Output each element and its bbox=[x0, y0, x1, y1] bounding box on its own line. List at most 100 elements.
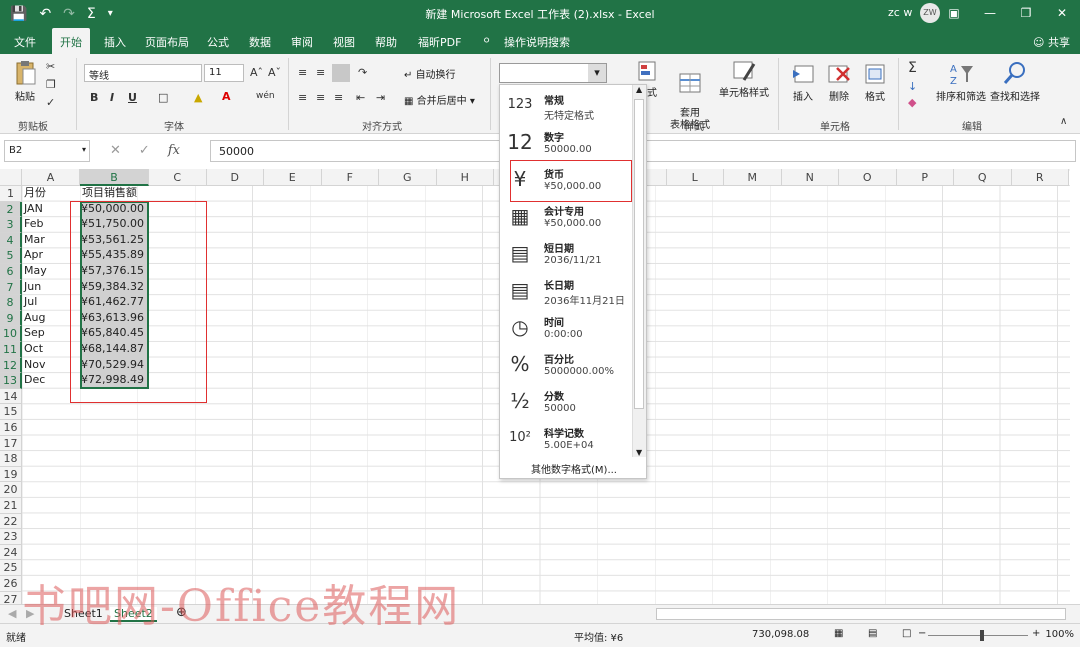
close-icon[interactable]: ✕ bbox=[1044, 0, 1080, 28]
cell-month[interactable]: Apr bbox=[24, 247, 43, 263]
column-header[interactable]: M bbox=[724, 169, 782, 186]
column-header[interactable]: L bbox=[666, 169, 724, 186]
number-format-option[interactable]: ▦ 会计专用 ¥50,000.00 bbox=[500, 198, 633, 235]
align-bottom-icon[interactable] bbox=[332, 64, 350, 82]
column-header[interactable]: O bbox=[839, 169, 897, 186]
row-header[interactable]: 16 bbox=[0, 420, 22, 436]
collapse-ribbon-icon[interactable]: ∧ bbox=[1060, 116, 1067, 127]
row-header[interactable]: 4 bbox=[0, 232, 22, 249]
column-header[interactable]: G bbox=[379, 169, 437, 186]
zoom-out-icon[interactable]: − bbox=[918, 628, 926, 639]
number-format-option[interactable]: 12 数字 50000.00 bbox=[500, 124, 633, 161]
cell-month[interactable]: Jul bbox=[24, 294, 37, 310]
zoom-slider[interactable] bbox=[928, 635, 1028, 636]
tab-file[interactable]: 文件 bbox=[14, 34, 36, 50]
ribbon-display-icon[interactable]: ▣ bbox=[936, 0, 972, 28]
cell-month[interactable]: Feb bbox=[24, 216, 43, 232]
increase-font-icon[interactable]: Aˆ bbox=[250, 66, 263, 79]
cut-icon[interactable]: ✂ bbox=[46, 60, 55, 73]
cell-month[interactable]: Nov bbox=[24, 357, 45, 373]
paste-button[interactable]: 粘贴 bbox=[12, 60, 38, 103]
cell-month[interactable]: Mar bbox=[24, 232, 45, 248]
format-cells-button[interactable]: 格式 bbox=[860, 60, 890, 103]
number-format-option[interactable]: % 百分比 5000000.00% bbox=[500, 346, 633, 383]
increase-indent-icon[interactable]: ⇥ bbox=[376, 91, 385, 104]
column-header[interactable]: N bbox=[781, 169, 839, 186]
cell-styles-button[interactable]: 单元格样式 bbox=[716, 60, 772, 99]
find-select-button[interactable]: 查找和选择 bbox=[990, 60, 1040, 103]
tab-insert[interactable]: 插入 bbox=[104, 34, 126, 50]
cell-month[interactable]: Sep bbox=[24, 325, 45, 341]
delete-cells-button[interactable]: 删除 bbox=[824, 60, 854, 103]
cell-A1[interactable]: 月份 bbox=[24, 185, 46, 201]
row-header[interactable]: 11 bbox=[0, 342, 22, 358]
share-button[interactable]: ☺ 共享 bbox=[1033, 34, 1070, 50]
row-header[interactable]: 12 bbox=[0, 357, 22, 374]
row-header[interactable]: 10 bbox=[0, 326, 22, 342]
align-left-icon[interactable]: ≡ bbox=[298, 91, 307, 104]
row-header[interactable]: 19 bbox=[0, 466, 22, 483]
dropdown-scrollbar[interactable]: ▲ ▼ bbox=[632, 85, 646, 457]
scroll-thumb[interactable] bbox=[634, 99, 644, 409]
italic-button[interactable]: I bbox=[110, 91, 114, 104]
row-header[interactable]: 3 bbox=[0, 217, 22, 233]
tab-foxit-pdf[interactable]: 福昕PDF bbox=[418, 34, 461, 50]
clear-icon[interactable]: ◆ bbox=[908, 96, 916, 109]
row-header[interactable]: 20 bbox=[0, 482, 22, 498]
row-header[interactable]: 23 bbox=[0, 529, 22, 545]
status-sum[interactable]: 730,098.08 bbox=[752, 629, 809, 640]
scroll-up-icon[interactable]: ▲ bbox=[636, 85, 642, 94]
cell-B1[interactable]: 项目销售额 bbox=[82, 185, 137, 201]
cell-month[interactable]: Oct bbox=[24, 341, 43, 357]
align-top-icon[interactable]: ≡ bbox=[298, 66, 307, 79]
number-format-option[interactable]: ◷ 时间 0:00:00 bbox=[500, 309, 633, 346]
column-header[interactable]: B bbox=[80, 169, 149, 186]
chevron-down-icon[interactable]: ▾ bbox=[82, 145, 86, 154]
horizontal-scrollbar[interactable] bbox=[656, 608, 1066, 620]
cell-month[interactable]: Jun bbox=[24, 279, 41, 295]
column-header[interactable]: H bbox=[436, 169, 494, 186]
row-header[interactable]: 27 bbox=[0, 591, 22, 604]
font-name-field[interactable]: 等线 bbox=[84, 64, 202, 82]
scroll-left-icon[interactable]: ◀ bbox=[8, 607, 16, 620]
row-header[interactable]: 25 bbox=[0, 560, 22, 576]
number-format-option[interactable]: ▤ 长日期 2036年11月21日 bbox=[500, 272, 633, 309]
name-box[interactable]: B2 ▾ bbox=[4, 140, 90, 162]
tab-home[interactable]: 开始 bbox=[52, 28, 90, 54]
restore-icon[interactable]: ❐ bbox=[1008, 0, 1044, 28]
insert-function-icon[interactable]: fx bbox=[168, 143, 180, 158]
autosum-icon[interactable]: Σ bbox=[908, 60, 917, 76]
chevron-down-icon[interactable]: ▾ bbox=[588, 64, 606, 82]
column-header[interactable]: F bbox=[321, 169, 379, 186]
tab-review[interactable]: 审阅 bbox=[291, 34, 313, 50]
tab-data[interactable]: 数据 bbox=[249, 34, 271, 50]
underline-button[interactable]: U bbox=[128, 91, 137, 104]
cell-month[interactable]: May bbox=[24, 263, 47, 279]
decrease-font-icon[interactable]: Aˇ bbox=[268, 66, 281, 79]
align-right-icon[interactable]: ≡ bbox=[334, 91, 343, 104]
row-header[interactable]: 22 bbox=[0, 513, 22, 530]
tab-formulas[interactable]: 公式 bbox=[207, 34, 229, 50]
decrease-indent-icon[interactable]: ⇤ bbox=[356, 91, 365, 104]
row-header[interactable]: 15 bbox=[0, 404, 22, 420]
column-header[interactable]: P bbox=[896, 169, 954, 186]
row-header[interactable]: 21 bbox=[0, 498, 22, 514]
row-header[interactable]: 24 bbox=[0, 544, 22, 561]
column-header[interactable]: R bbox=[1011, 169, 1069, 186]
align-center-icon[interactable]: ≡ bbox=[316, 91, 325, 104]
wrap-text-button[interactable]: ↵ 自动换行 bbox=[404, 66, 456, 81]
minimize-icon[interactable]: — bbox=[972, 0, 1008, 28]
number-format-option[interactable]: 123 常规 无特定格式 bbox=[500, 87, 633, 124]
row-header[interactable]: 2 bbox=[0, 201, 22, 218]
tab-page-layout[interactable]: 页面布局 bbox=[145, 34, 189, 50]
sort-filter-button[interactable]: AZ 排序和筛选 bbox=[934, 60, 988, 103]
cell-month[interactable]: Aug bbox=[24, 310, 45, 326]
row-header[interactable]: 6 bbox=[0, 264, 22, 280]
cell-month[interactable]: JAN bbox=[24, 201, 43, 217]
enter-icon[interactable]: ✓ bbox=[139, 143, 150, 158]
column-header[interactable]: C bbox=[149, 169, 207, 186]
tell-me-search[interactable]: 操作说明搜索 bbox=[504, 34, 570, 50]
zoom-slider-handle[interactable] bbox=[980, 630, 984, 641]
fill-color-icon[interactable]: ▲ bbox=[194, 91, 202, 104]
row-header[interactable]: 8 bbox=[0, 295, 22, 311]
